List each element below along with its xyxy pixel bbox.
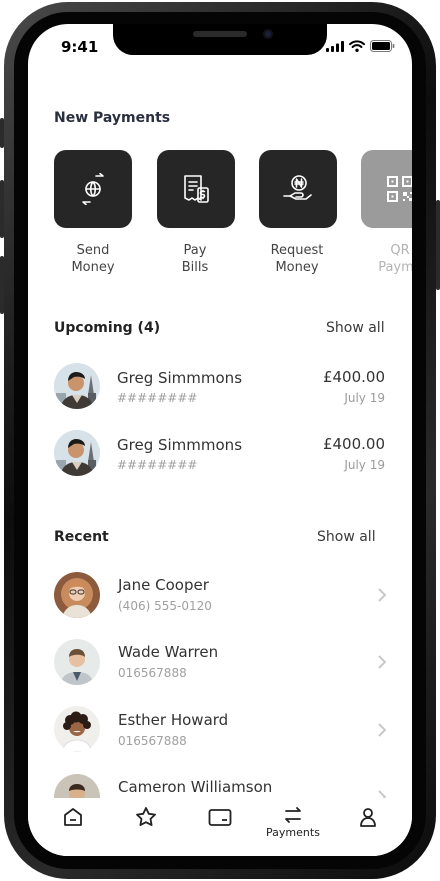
avatar [54, 639, 100, 685]
wifi-icon [349, 40, 365, 52]
profile-icon [360, 808, 376, 827]
contact-name: Esther Howard [118, 711, 229, 729]
account-number: ######## [117, 391, 198, 405]
tab-cards[interactable] [208, 806, 232, 828]
pay-bills-button[interactable] [157, 150, 235, 228]
contact-detail: (406) 555-0120 [118, 599, 212, 613]
cellular-signal-icon [326, 40, 344, 52]
tab-profile[interactable] [357, 806, 379, 828]
payment-date: July 19 [344, 391, 385, 405]
tab-bar: Payments [28, 798, 412, 856]
pay-bills-label: Pay Bills [181, 243, 209, 275]
tab-favorites[interactable] [135, 806, 157, 828]
avatar [54, 572, 100, 618]
payee-name: Greg Simmmons [117, 369, 243, 387]
app-screen: 9:41 New Payments Send Money Pay Bills R… [28, 24, 412, 856]
contact-detail: 016567888 [118, 666, 187, 680]
status-time: 9:41 [61, 38, 99, 56]
payee-name: Greg Simmmons [117, 436, 243, 454]
bill-icon [184, 175, 209, 203]
volume-up-button [0, 180, 4, 238]
upcoming-title: Upcoming (4) [54, 320, 161, 336]
avatar [54, 430, 100, 476]
qr-code-icon [387, 176, 412, 202]
battery-icon [370, 40, 395, 52]
avatar [54, 363, 100, 409]
payment-amount: £400.00 [322, 368, 385, 386]
power-button [436, 200, 440, 290]
card-icon [208, 809, 232, 826]
request-money-button[interactable] [259, 150, 337, 228]
home-icon [64, 808, 82, 826]
recent-title: Recent [54, 529, 109, 545]
front-camera [263, 29, 273, 39]
contact-name: Cameron Williamson [118, 778, 273, 796]
contact-name: Wade Warren [118, 643, 219, 661]
chevron-right-icon [378, 723, 386, 737]
avatar [54, 706, 100, 752]
mute-switch [0, 118, 4, 148]
tab-payments-label: Payments [266, 826, 320, 839]
request-money-icon [283, 175, 312, 200]
new-payments-title: New Payments [54, 110, 171, 126]
star-icon [136, 807, 156, 826]
account-number: ######## [117, 458, 198, 472]
chevron-right-icon [378, 655, 386, 669]
request-money-label: Request Money [270, 243, 324, 275]
contact-name: Jane Cooper [118, 576, 209, 594]
send-money-label: Send Money [71, 243, 115, 275]
tab-payments[interactable]: Payments [264, 806, 322, 839]
qr-payment-label: QR Payme [378, 243, 412, 275]
contact-detail: 016567888 [118, 734, 187, 748]
qr-payment-button[interactable] [361, 150, 412, 228]
notch [113, 24, 327, 55]
status-icons [326, 40, 395, 52]
payment-amount: £400.00 [322, 435, 385, 453]
chevron-right-icon [378, 588, 386, 602]
tab-home[interactable] [62, 806, 84, 828]
payment-date: July 19 [344, 458, 385, 472]
speaker-grille [193, 31, 247, 37]
volume-down-button [0, 256, 4, 314]
recent-show-all-link[interactable]: Show all [317, 529, 376, 545]
transfer-icon [285, 807, 301, 823]
send-money-icon [82, 173, 104, 205]
upcoming-show-all-link[interactable]: Show all [326, 320, 385, 336]
send-money-button[interactable] [54, 150, 132, 228]
